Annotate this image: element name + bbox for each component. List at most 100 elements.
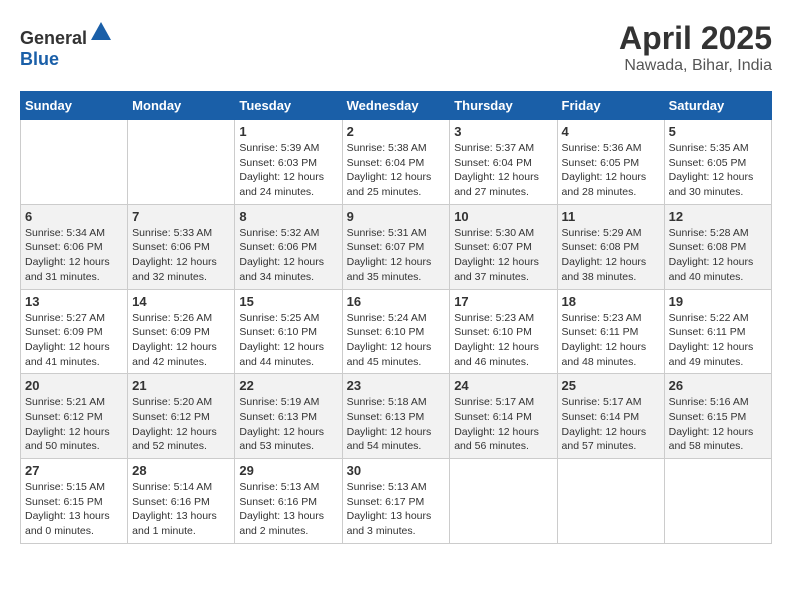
cell-info: Sunrise: 5:31 AM Sunset: 6:07 PM Dayligh… <box>347 226 446 285</box>
cell-day-number: 6 <box>25 209 123 224</box>
cell-info: Sunrise: 5:25 AM Sunset: 6:10 PM Dayligh… <box>239 311 337 370</box>
cell-info: Sunrise: 5:17 AM Sunset: 6:14 PM Dayligh… <box>562 395 660 454</box>
calendar-table: SundayMondayTuesdayWednesdayThursdayFrid… <box>20 91 772 544</box>
calendar-cell: 23Sunrise: 5:18 AM Sunset: 6:13 PM Dayli… <box>342 374 450 459</box>
cell-day-number: 24 <box>454 378 552 393</box>
cell-info: Sunrise: 5:19 AM Sunset: 6:13 PM Dayligh… <box>239 395 337 454</box>
cell-day-number: 22 <box>239 378 337 393</box>
calendar-cell: 17 Sunrise: 5:23 AM Sunset: 6:10 PM Dayli… <box>450 289 557 374</box>
cell-day-number: 15 <box>239 294 337 309</box>
cell-day-number: 30 <box>347 463 446 478</box>
cell-info: Sunrise: 5:33 AM Sunset: 6:06 PM Dayligh… <box>132 226 230 285</box>
calendar-cell: 10 Sunrise: 5:30 AM Sunset: 6:07 PM Dayli… <box>450 204 557 289</box>
calendar-cell: 9Sunrise: 5:31 AM Sunset: 6:07 PM Daylig… <box>342 204 450 289</box>
calendar-header-row: SundayMondayTuesdayWednesdayThursdayFrid… <box>21 92 772 120</box>
cell-day-number: 2 <box>347 124 446 139</box>
cell-day-number: 26 <box>669 378 767 393</box>
cell-info: Sunrise: 5:29 AM Sunset: 6:08 PM Dayligh… <box>562 226 660 285</box>
cell-info: Sunrise: 5:26 AM Sunset: 6:09 PM Dayligh… <box>132 311 230 370</box>
logo-general: General <box>20 28 87 48</box>
cell-day-number: 21 <box>132 378 230 393</box>
cell-info: Sunrise: 5:35 AM Sunset: 6:05 PM Dayligh… <box>669 141 767 200</box>
calendar-cell: 3 Sunrise: 5:37 AM Sunset: 6:04 PM Daylig… <box>450 120 557 205</box>
calendar-cell: 12Sunrise: 5:28 AM Sunset: 6:08 PM Dayli… <box>664 204 771 289</box>
cell-info: Sunrise: 5:21 AM Sunset: 6:12 PM Dayligh… <box>25 395 123 454</box>
cell-info: Sunrise: 5:34 AM Sunset: 6:06 PM Dayligh… <box>25 226 123 285</box>
calendar-cell: 6 Sunrise: 5:34 AM Sunset: 6:06 PM Daylig… <box>21 204 128 289</box>
calendar-cell: 30 Sunrise: 5:13 AM Sunset: 6:17 PM Dayli… <box>342 459 450 544</box>
column-header-wednesday: Wednesday <box>342 92 450 120</box>
cell-day-number: 25 <box>562 378 660 393</box>
cell-info: Sunrise: 5:13 AM Sunset: 6:17 PM Dayligh… <box>347 480 446 539</box>
cell-day-number: 14 <box>132 294 230 309</box>
calendar-cell: 25 Sunrise: 5:17 AM Sunset: 6:14 PM Dayli… <box>557 374 664 459</box>
cell-day-number: 12 <box>669 209 767 224</box>
calendar-cell: 8 Sunrise: 5:32 AM Sunset: 6:06 PM Daylig… <box>235 204 342 289</box>
cell-info: Sunrise: 5:27 AM Sunset: 6:09 PM Dayligh… <box>25 311 123 370</box>
calendar-cell: 14 Sunrise: 5:26 AM Sunset: 6:09 PM Dayli… <box>128 289 235 374</box>
cell-info: Sunrise: 5:15 AM Sunset: 6:15 PM Dayligh… <box>25 480 123 539</box>
calendar-week-2: 6 Sunrise: 5:34 AM Sunset: 6:06 PM Daylig… <box>21 204 772 289</box>
cell-day-number: 19 <box>669 294 767 309</box>
column-header-friday: Friday <box>557 92 664 120</box>
calendar-cell: 18Sunrise: 5:23 AM Sunset: 6:11 PM Dayli… <box>557 289 664 374</box>
logo-text: General Blue <box>20 20 113 70</box>
column-header-sunday: Sunday <box>21 92 128 120</box>
calendar-week-4: 20 Sunrise: 5:21 AM Sunset: 6:12 PM Dayli… <box>21 374 772 459</box>
title-section: April 2025 Nawada, Bihar, India <box>619 20 772 75</box>
calendar-cell: 16 Sunrise: 5:24 AM Sunset: 6:10 PM Dayli… <box>342 289 450 374</box>
calendar-cell <box>21 120 128 205</box>
calendar-cell: 7 Sunrise: 5:33 AM Sunset: 6:06 PM Daylig… <box>128 204 235 289</box>
cell-info: Sunrise: 5:17 AM Sunset: 6:14 PM Dayligh… <box>454 395 552 454</box>
cell-info: Sunrise: 5:13 AM Sunset: 6:16 PM Dayligh… <box>239 480 337 539</box>
column-header-monday: Monday <box>128 92 235 120</box>
calendar-cell: 26 Sunrise: 5:16 AM Sunset: 6:15 PM Dayli… <box>664 374 771 459</box>
cell-day-number: 20 <box>25 378 123 393</box>
cell-day-number: 3 <box>454 124 552 139</box>
cell-day-number: 10 <box>454 209 552 224</box>
calendar-cell: 13 Sunrise: 5:27 AM Sunset: 6:09 PM Dayli… <box>21 289 128 374</box>
page-header: General Blue April 2025 Nawada, Bihar, I… <box>20 20 772 75</box>
column-header-tuesday: Tuesday <box>235 92 342 120</box>
calendar-cell: 22 Sunrise: 5:19 AM Sunset: 6:13 PM Dayli… <box>235 374 342 459</box>
calendar-cell: 28 Sunrise: 5:14 AM Sunset: 6:16 PM Dayli… <box>128 459 235 544</box>
cell-info: Sunrise: 5:23 AM Sunset: 6:11 PM Dayligh… <box>562 311 660 370</box>
calendar-cell: 2 Sunrise: 5:38 AM Sunset: 6:04 PM Daylig… <box>342 120 450 205</box>
logo-icon <box>89 20 113 44</box>
cell-info: Sunrise: 5:16 AM Sunset: 6:15 PM Dayligh… <box>669 395 767 454</box>
cell-day-number: 7 <box>132 209 230 224</box>
cell-day-number: 1 <box>239 124 337 139</box>
calendar-cell: 11 Sunrise: 5:29 AM Sunset: 6:08 PM Dayli… <box>557 204 664 289</box>
calendar-cell: 5Sunrise: 5:35 AM Sunset: 6:05 PM Daylig… <box>664 120 771 205</box>
cell-info: Sunrise: 5:37 AM Sunset: 6:04 PM Dayligh… <box>454 141 552 200</box>
calendar-cell: 19 Sunrise: 5:22 AM Sunset: 6:11 PM Dayli… <box>664 289 771 374</box>
cell-day-number: 13 <box>25 294 123 309</box>
cell-info: Sunrise: 5:32 AM Sunset: 6:06 PM Dayligh… <box>239 226 337 285</box>
location-title: Nawada, Bihar, India <box>619 57 772 75</box>
cell-day-number: 16 <box>347 294 446 309</box>
cell-info: Sunrise: 5:22 AM Sunset: 6:11 PM Dayligh… <box>669 311 767 370</box>
cell-day-number: 17 <box>454 294 552 309</box>
logo: General Blue <box>20 20 113 70</box>
cell-day-number: 27 <box>25 463 123 478</box>
calendar-week-1: 1 Sunrise: 5:39 AM Sunset: 6:03 PM Daylig… <box>21 120 772 205</box>
cell-info: Sunrise: 5:14 AM Sunset: 6:16 PM Dayligh… <box>132 480 230 539</box>
cell-info: Sunrise: 5:39 AM Sunset: 6:03 PM Dayligh… <box>239 141 337 200</box>
cell-day-number: 11 <box>562 209 660 224</box>
column-header-thursday: Thursday <box>450 92 557 120</box>
calendar-cell: 29Sunrise: 5:13 AM Sunset: 6:16 PM Dayli… <box>235 459 342 544</box>
calendar-cell: 4Sunrise: 5:36 AM Sunset: 6:05 PM Daylig… <box>557 120 664 205</box>
cell-day-number: 28 <box>132 463 230 478</box>
cell-info: Sunrise: 5:38 AM Sunset: 6:04 PM Dayligh… <box>347 141 446 200</box>
cell-info: Sunrise: 5:20 AM Sunset: 6:12 PM Dayligh… <box>132 395 230 454</box>
calendar-cell: 20 Sunrise: 5:21 AM Sunset: 6:12 PM Dayli… <box>21 374 128 459</box>
cell-info: Sunrise: 5:24 AM Sunset: 6:10 PM Dayligh… <box>347 311 446 370</box>
calendar-cell <box>664 459 771 544</box>
cell-info: Sunrise: 5:23 AM Sunset: 6:10 PM Dayligh… <box>454 311 552 370</box>
cell-info: Sunrise: 5:30 AM Sunset: 6:07 PM Dayligh… <box>454 226 552 285</box>
calendar-cell: 1 Sunrise: 5:39 AM Sunset: 6:03 PM Daylig… <box>235 120 342 205</box>
calendar-cell <box>557 459 664 544</box>
calendar-week-3: 13 Sunrise: 5:27 AM Sunset: 6:09 PM Dayli… <box>21 289 772 374</box>
calendar-cell: 24 Sunrise: 5:17 AM Sunset: 6:14 PM Dayli… <box>450 374 557 459</box>
cell-day-number: 8 <box>239 209 337 224</box>
